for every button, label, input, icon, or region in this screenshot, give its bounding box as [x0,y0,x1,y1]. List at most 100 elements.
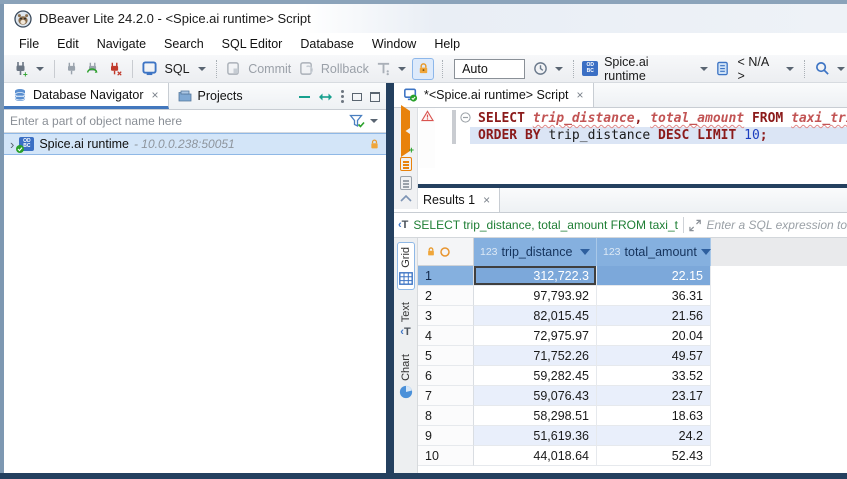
rollback-label[interactable]: Rollback [321,62,369,76]
menu-file[interactable]: File [10,35,48,53]
connection-lock-toggle[interactable] [412,58,434,80]
vtab-chart-label: Chart [400,354,412,381]
vtab-chart[interactable]: Chart [398,350,414,403]
connection-name: Spice.ai runtime [39,137,129,151]
new-connection-dropdown[interactable] [36,67,44,71]
table-row[interactable]: 659,282.4533.52 [418,366,847,386]
execute-script-icon[interactable] [400,157,412,171]
object-filter-placeholder: Enter a part of object name here [10,114,349,128]
code-area[interactable]: SELECT trip_distance, total_amount FROM … [476,110,847,144]
collapse-chevron-icon[interactable] [400,195,412,202]
editor-area: *<Spice.ai runtime> Script × + [394,83,847,473]
status-circle-icon [440,247,450,257]
close-icon[interactable]: × [577,88,584,102]
active-database-label[interactable]: < N/A > [738,55,779,83]
close-icon[interactable]: × [151,88,158,102]
tab-projects-label: Projects [198,89,243,103]
window-frame-bottom [0,473,847,479]
expand-icon[interactable] [689,219,701,232]
link-with-editor-icon[interactable] [318,92,333,102]
collapse-all-icon[interactable] [299,96,310,98]
numeric-type-badge: 123 [480,246,498,258]
table-row[interactable]: 382,015.4521.56 [418,306,847,326]
execute-script-disabled-icon[interactable] [400,176,412,190]
table-row[interactable]: 759,076.4323.17 [418,386,847,406]
view-menu-icon[interactable] [341,90,344,103]
transaction-history-icon[interactable] [532,60,550,78]
connection-tree-item[interactable]: › ODBC Spice.ai runtime - 10.0.0.238:500… [4,133,386,155]
column-header-total-amount[interactable]: 123 total_amount [597,238,711,266]
tab-sql-script[interactable]: *<Spice.ai runtime> Script × [394,83,594,107]
database-navigator-icon [13,88,27,102]
sql-editor-dropdown[interactable] [198,67,206,71]
object-filter-bar[interactable]: Enter a part of object name here [4,110,386,133]
fold-minus-icon[interactable] [460,112,471,123]
table-row[interactable]: 297,793.9236.31 [418,286,847,306]
rollback-icon[interactable] [297,60,315,78]
dbeaver-window: DBeaver Lite 24.2.0 - <Spice.ai runtime>… [0,0,847,479]
search-dropdown[interactable] [837,67,845,71]
connect-icon[interactable] [63,60,81,78]
disconnect-icon[interactable] [106,60,124,78]
minimize-view-icon[interactable] [352,93,362,101]
column-header-trip-distance[interactable]: 123 trip_distance [474,238,597,266]
titlebar: DBeaver Lite 24.2.0 - <Spice.ai runtime>… [4,4,847,33]
transaction-log-icon[interactable] [375,60,393,78]
column-name: total_amount [625,245,697,259]
table-row[interactable]: 858,298.5118.63 [418,406,847,426]
grid-corner-cell[interactable] [418,238,474,266]
commit-mode-combo[interactable]: Auto [454,59,525,79]
search-icon[interactable] [813,60,831,78]
close-icon[interactable]: × [483,193,490,207]
menu-search[interactable]: Search [155,35,213,53]
results-filter-bar[interactable]: ‹T SELECT trip_distance, total_amount FR… [394,213,847,238]
execute-statement-icon[interactable] [401,111,410,129]
table-row[interactable]: 1044,018.6452.43 [418,446,847,466]
expander-chevron-icon[interactable]: › [10,138,14,151]
table-row[interactable]: 951,619.3624.2 [418,426,847,446]
navigator-tabbar: Database Navigator × Projects [4,83,386,110]
database-navigator-panel: Database Navigator × Projects [4,83,386,473]
menu-navigate[interactable]: Navigate [88,35,155,53]
filter-dropdown[interactable] [370,119,378,123]
vtab-grid-label: Grid [400,247,412,268]
commit-icon[interactable] [225,60,243,78]
menu-sql-editor[interactable]: SQL Editor [213,35,292,53]
table-row[interactable]: 1312,722.322.15 [418,266,847,286]
table-row[interactable]: 571,752.2649.57 [418,346,847,366]
execute-new-tab-icon[interactable]: + [401,134,410,152]
sql-editor-label[interactable]: SQL [165,62,190,76]
connection-dropdown[interactable] [700,67,708,71]
menu-edit[interactable]: Edit [48,35,88,53]
vtab-grid[interactable]: Grid [397,242,415,290]
expression-placeholder: Enter a SQL expression to [706,218,847,232]
tab-projects[interactable]: Projects [169,83,252,109]
grid-icon [399,272,413,285]
vtab-text[interactable]: Text ‹T [399,298,413,342]
sql-line-2: ORDER BY trip_distance DESC LIMIT 10; [470,127,847,144]
filter-funnel-icon[interactable] [349,114,365,128]
sql-editor-icon[interactable] [141,60,159,78]
sort-arrow-icon[interactable] [701,249,711,255]
database-dropdown[interactable] [786,67,794,71]
odbc-connection-icon: ODBC [582,61,598,76]
transaction-dropdown[interactable] [398,67,406,71]
transaction-history-dropdown[interactable] [555,67,563,71]
vertical-sash[interactable] [386,83,394,473]
sql-editor[interactable]: + SELECT trip_distance, total_amount FRO… [394,108,847,168]
tab-database-navigator-label: Database Navigator [33,88,143,102]
menu-window[interactable]: Window [363,35,425,53]
active-connection-label[interactable]: Spice.ai runtime [604,55,692,83]
menu-help[interactable]: Help [425,35,469,53]
connection-address: - 10.0.0.238:50051 [134,137,235,151]
dbeaver-logo-icon [14,10,32,28]
sort-arrow-icon[interactable] [580,249,590,255]
menu-database[interactable]: Database [291,35,363,53]
commit-label[interactable]: Commit [248,62,291,76]
table-row[interactable]: 472,975.9720.04 [418,326,847,346]
tab-database-navigator[interactable]: Database Navigator × [4,83,169,109]
new-connection-icon[interactable]: + [12,60,30,78]
reconnect-icon[interactable] [85,60,103,78]
maximize-view-icon[interactable] [370,92,380,102]
navigator-toolbar [299,83,380,110]
